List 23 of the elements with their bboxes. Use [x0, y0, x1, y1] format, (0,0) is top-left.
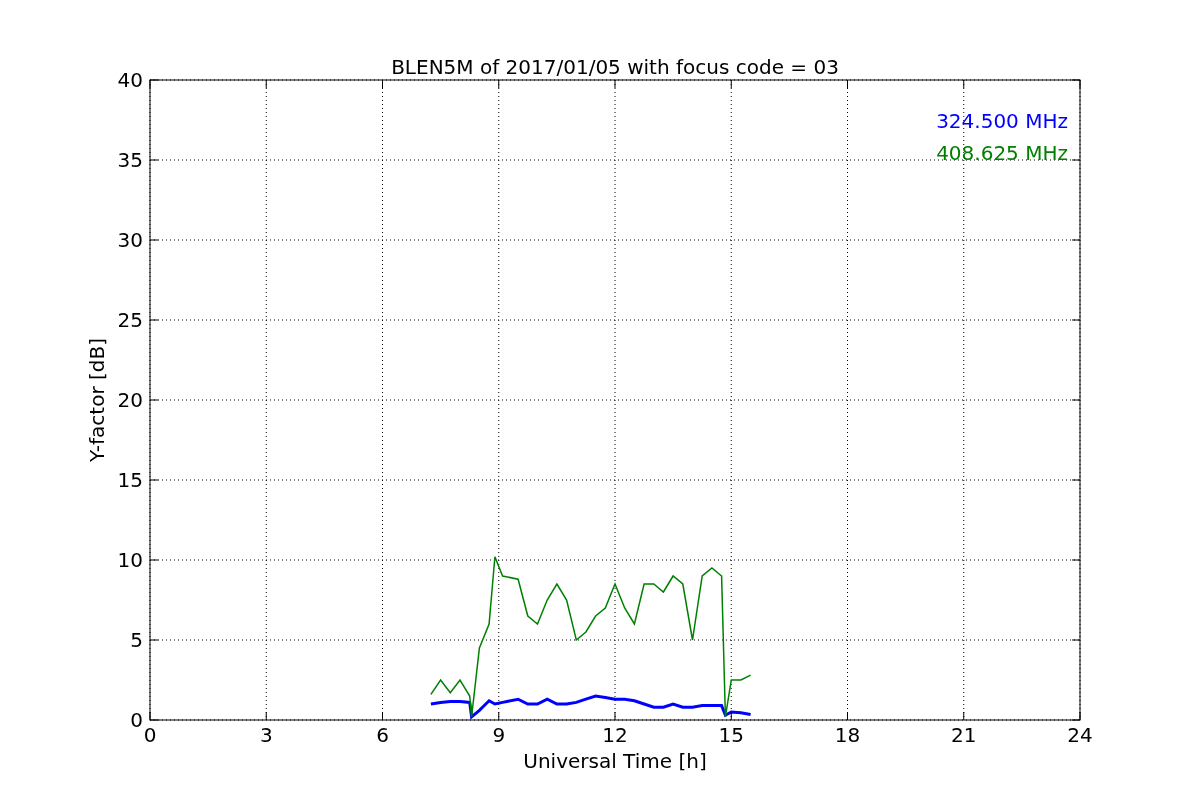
- tick-label: 30: [117, 228, 143, 252]
- tick-label: 5: [130, 628, 143, 652]
- tick-label: 6: [376, 723, 389, 747]
- tick-label: 15: [117, 468, 143, 492]
- tick-label: 0: [143, 723, 157, 747]
- tick-label: 18: [834, 723, 861, 747]
- tick-label: 15: [718, 723, 744, 747]
- tick-label: 20: [117, 388, 143, 412]
- legend-label: 324.500 MHz: [936, 109, 1068, 133]
- tick-label: 24: [1067, 723, 1093, 747]
- tick-label: 9: [492, 723, 506, 747]
- tick-label: 40: [117, 68, 143, 92]
- tick-label: 25: [117, 308, 143, 332]
- tick-label: 10: [117, 548, 143, 572]
- tick-label: 12: [602, 723, 628, 747]
- tick-label: 3: [259, 723, 273, 747]
- axis-label: Universal Time [h]: [523, 749, 707, 773]
- tick-label: 35: [117, 148, 143, 172]
- axis-label: Y-factor [dB]: [85, 338, 109, 462]
- tick-label: 0: [130, 708, 143, 732]
- tick-label: 21: [951, 723, 977, 747]
- legend-label: 408.625 MHz: [936, 141, 1068, 165]
- chart-title: BLEN5M of 2017/01/05 with focus code = 03: [391, 55, 839, 79]
